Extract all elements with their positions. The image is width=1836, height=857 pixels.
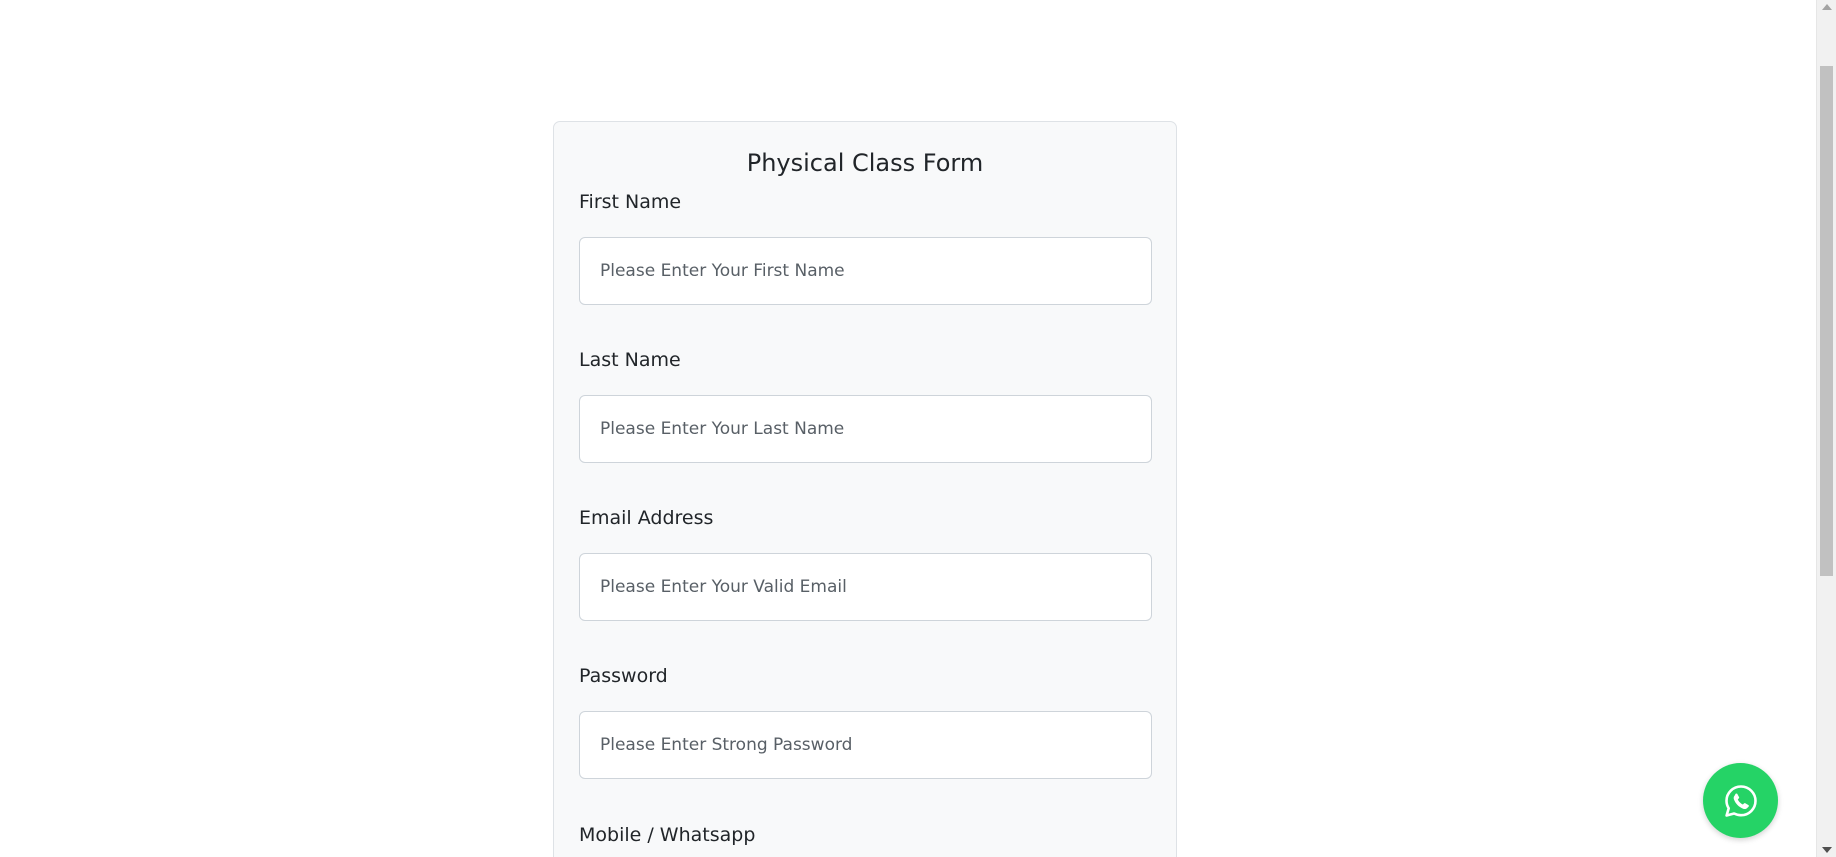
whatsapp-icon [1724,784,1757,817]
email-address-label: Email Address [579,507,714,529]
scrollbar-thumb[interactable] [1820,66,1833,576]
form-title: Physical Class Form [746,149,984,177]
password-label: Password [579,665,668,687]
last-name-label: Last Name [579,349,681,371]
vertical-scrollbar[interactable] [1816,0,1836,857]
password-input[interactable] [579,711,1152,779]
email-input[interactable] [579,553,1152,621]
scroll-up-arrow-icon[interactable] [1822,4,1832,10]
last-name-input[interactable] [579,395,1152,463]
whatsapp-chat-button[interactable] [1703,763,1778,838]
page: Physical Class Form First Name Last Name… [0,0,1836,857]
scroll-down-arrow-icon[interactable] [1822,847,1832,853]
mobile-whatsapp-label: Mobile / Whatsapp [579,824,756,846]
first-name-input[interactable] [579,237,1152,305]
first-name-label: First Name [579,191,682,213]
